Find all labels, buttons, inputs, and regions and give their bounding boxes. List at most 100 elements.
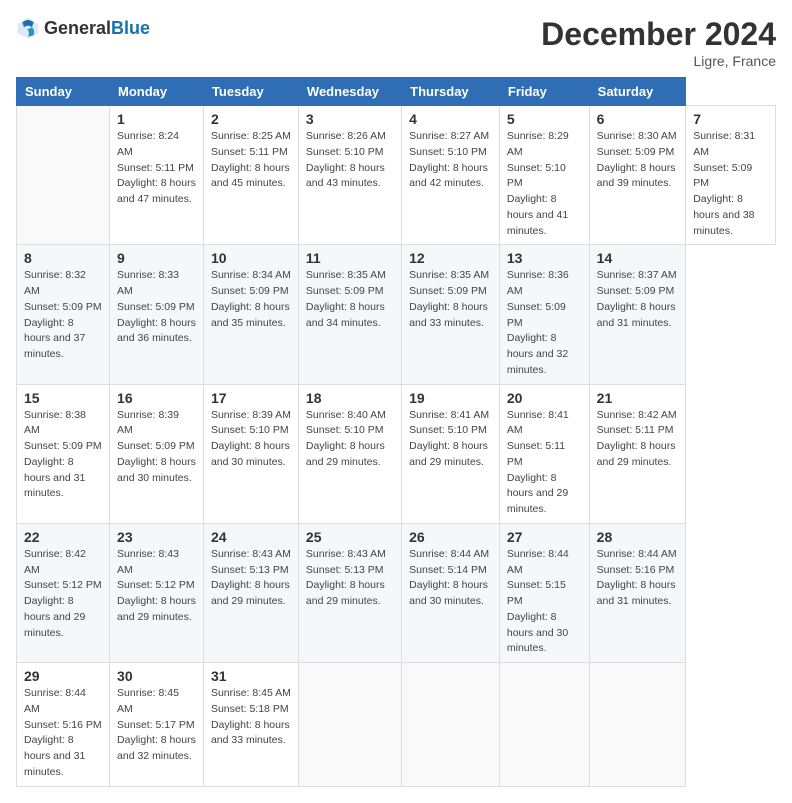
day-of-week-monday: Monday [110,78,204,106]
day-info: Sunrise: 8:40 AMSunset: 5:10 PMDaylight:… [306,408,394,471]
calendar-cell: 20Sunrise: 8:41 AMSunset: 5:11 PMDayligh… [499,384,589,523]
day-info: Sunrise: 8:37 AMSunset: 5:09 PMDaylight:… [597,268,679,331]
day-number: 3 [306,111,394,127]
calendar-week-4: 22 Sunrise: 8:42 AMSunset: 5:12 PMDayligh… [17,523,776,662]
day-number: 24 [211,529,291,545]
day-info: Sunrise: 8:29 AMSunset: 5:10 PMDaylight:… [507,129,582,239]
page-header: GeneralBlue December 2024 Ligre, France [16,16,776,69]
day-number: 25 [306,529,394,545]
day-of-week-thursday: Thursday [402,78,500,106]
calendar-cell: 11 Sunrise: 8:35 AMSunset: 5:09 PMDayligh… [298,245,401,384]
day-info: Sunrise: 8:43 AMSunset: 5:13 PMDaylight:… [306,547,394,610]
day-info: Sunrise: 8:43 AMSunset: 5:13 PMDaylight:… [211,547,291,610]
day-number: 9 [117,250,196,266]
calendar-cell: 19 Sunrise: 8:41 AMSunset: 5:10 PMDayligh… [402,384,500,523]
day-info: Sunrise: 8:36 AMSunset: 5:09 PMDaylight:… [507,268,582,378]
day-number: 10 [211,250,291,266]
day-info: Sunrise: 8:31 AMSunset: 5:09 PMDaylight:… [693,129,768,239]
day-number: 14 [597,250,679,266]
day-info: Sunrise: 8:44 AMSunset: 5:15 PMDaylight:… [507,547,582,657]
calendar-cell: 9 Sunrise: 8:33 AMSunset: 5:09 PMDaylight… [110,245,204,384]
calendar-cell: 17Sunrise: 8:39 AMSunset: 5:10 PMDayligh… [203,384,298,523]
calendar-cell: 25 Sunrise: 8:43 AMSunset: 5:13 PMDayligh… [298,523,401,662]
day-info: Sunrise: 8:42 AMSunset: 5:11 PMDaylight:… [597,408,679,471]
title-block: December 2024 Ligre, France [541,16,776,69]
day-info: Sunrise: 8:32 AMSunset: 5:09 PMDaylight:… [24,268,102,363]
calendar-cell: 2Sunrise: 8:25 AMSunset: 5:11 PMDaylight… [203,106,298,245]
day-info: Sunrise: 8:24 AMSunset: 5:11 PMDaylight:… [117,129,196,208]
calendar-cell: 22 Sunrise: 8:42 AMSunset: 5:12 PMDayligh… [17,523,110,662]
day-of-week-tuesday: Tuesday [203,78,298,106]
calendar-cell: 1 Sunrise: 8:24 AMSunset: 5:11 PMDaylight… [110,106,204,245]
day-number: 11 [306,250,394,266]
day-info: Sunrise: 8:44 AMSunset: 5:16 PMDaylight:… [24,686,102,781]
day-info: Sunrise: 8:35 AMSunset: 5:09 PMDaylight:… [306,268,394,331]
calendar-cell [17,106,110,245]
day-info: Sunrise: 8:44 AMSunset: 5:14 PMDaylight:… [409,547,492,610]
calendar-cell: 6 Sunrise: 8:30 AMSunset: 5:09 PMDaylight… [589,106,686,245]
calendar-cell: 28Sunrise: 8:44 AMSunset: 5:16 PMDayligh… [589,523,686,662]
logo-blue: Blue [111,18,150,38]
calendar-header-row: SundayMondayTuesdayWednesdayThursdayFrid… [17,78,776,106]
day-number: 22 [24,529,102,545]
calendar-cell: 5Sunrise: 8:29 AMSunset: 5:10 PMDaylight… [499,106,589,245]
calendar-week-3: 15 Sunrise: 8:38 AMSunset: 5:09 PMDayligh… [17,384,776,523]
day-number: 6 [597,111,679,127]
calendar-cell: 3 Sunrise: 8:26 AMSunset: 5:10 PMDaylight… [298,106,401,245]
calendar-cell: 30 Sunrise: 8:45 AMSunset: 5:17 PMDayligh… [110,663,204,787]
day-number: 7 [693,111,768,127]
day-number: 19 [409,390,492,406]
day-info: Sunrise: 8:38 AMSunset: 5:09 PMDaylight:… [24,408,102,503]
day-of-week-friday: Friday [499,78,589,106]
calendar: SundayMondayTuesdayWednesdayThursdayFrid… [16,77,776,787]
day-number: 17 [211,390,291,406]
calendar-cell: 12Sunrise: 8:35 AMSunset: 5:09 PMDayligh… [402,245,500,384]
day-number: 30 [117,668,196,684]
calendar-week-2: 8 Sunrise: 8:32 AMSunset: 5:09 PMDaylight… [17,245,776,384]
day-info: Sunrise: 8:41 AMSunset: 5:10 PMDaylight:… [409,408,492,471]
calendar-cell: 26Sunrise: 8:44 AMSunset: 5:14 PMDayligh… [402,523,500,662]
logo-icon [16,16,40,40]
day-number: 8 [24,250,102,266]
calendar-cell: 24 Sunrise: 8:43 AMSunset: 5:13 PMDayligh… [203,523,298,662]
calendar-cell: 29Sunrise: 8:44 AMSunset: 5:16 PMDayligh… [17,663,110,787]
calendar-cell: 10 Sunrise: 8:34 AMSunset: 5:09 PMDayligh… [203,245,298,384]
day-number: 2 [211,111,291,127]
location: Ligre, France [541,53,776,69]
calendar-week-5: 29Sunrise: 8:44 AMSunset: 5:16 PMDayligh… [17,663,776,787]
calendar-cell: 16Sunrise: 8:39 AMSunset: 5:09 PMDayligh… [110,384,204,523]
day-info: Sunrise: 8:33 AMSunset: 5:09 PMDaylight:… [117,268,196,347]
calendar-cell: 23Sunrise: 8:43 AMSunset: 5:12 PMDayligh… [110,523,204,662]
day-number: 16 [117,390,196,406]
calendar-cell: 31Sunrise: 8:45 AMSunset: 5:18 PMDayligh… [203,663,298,787]
logo-text: GeneralBlue [44,18,150,39]
day-number: 1 [117,111,196,127]
day-info: Sunrise: 8:43 AMSunset: 5:12 PMDaylight:… [117,547,196,626]
day-info: Sunrise: 8:45 AMSunset: 5:18 PMDaylight:… [211,686,291,749]
day-info: Sunrise: 8:34 AMSunset: 5:09 PMDaylight:… [211,268,291,331]
calendar-cell [402,663,500,787]
day-of-week-wednesday: Wednesday [298,78,401,106]
calendar-cell [298,663,401,787]
day-info: Sunrise: 8:30 AMSunset: 5:09 PMDaylight:… [597,129,679,192]
calendar-cell: 18Sunrise: 8:40 AMSunset: 5:10 PMDayligh… [298,384,401,523]
calendar-cell: 8 Sunrise: 8:32 AMSunset: 5:09 PMDaylight… [17,245,110,384]
calendar-cell: 27 Sunrise: 8:44 AMSunset: 5:15 PMDayligh… [499,523,589,662]
day-info: Sunrise: 8:45 AMSunset: 5:17 PMDaylight:… [117,686,196,765]
day-info: Sunrise: 8:42 AMSunset: 5:12 PMDaylight:… [24,547,102,642]
day-number: 21 [597,390,679,406]
calendar-cell [499,663,589,787]
calendar-week-1: 1 Sunrise: 8:24 AMSunset: 5:11 PMDaylight… [17,106,776,245]
calendar-cell: 4Sunrise: 8:27 AMSunset: 5:10 PMDaylight… [402,106,500,245]
day-number: 27 [507,529,582,545]
calendar-cell: 13Sunrise: 8:36 AMSunset: 5:09 PMDayligh… [499,245,589,384]
day-number: 15 [24,390,102,406]
day-info: Sunrise: 8:26 AMSunset: 5:10 PMDaylight:… [306,129,394,192]
calendar-cell [589,663,686,787]
day-info: Sunrise: 8:44 AMSunset: 5:16 PMDaylight:… [597,547,679,610]
logo-general: General [44,18,111,38]
calendar-cell: 21 Sunrise: 8:42 AMSunset: 5:11 PMDayligh… [589,384,686,523]
day-info: Sunrise: 8:27 AMSunset: 5:10 PMDaylight:… [409,129,492,192]
month-title: December 2024 [541,16,776,53]
calendar-cell: 15 Sunrise: 8:38 AMSunset: 5:09 PMDayligh… [17,384,110,523]
